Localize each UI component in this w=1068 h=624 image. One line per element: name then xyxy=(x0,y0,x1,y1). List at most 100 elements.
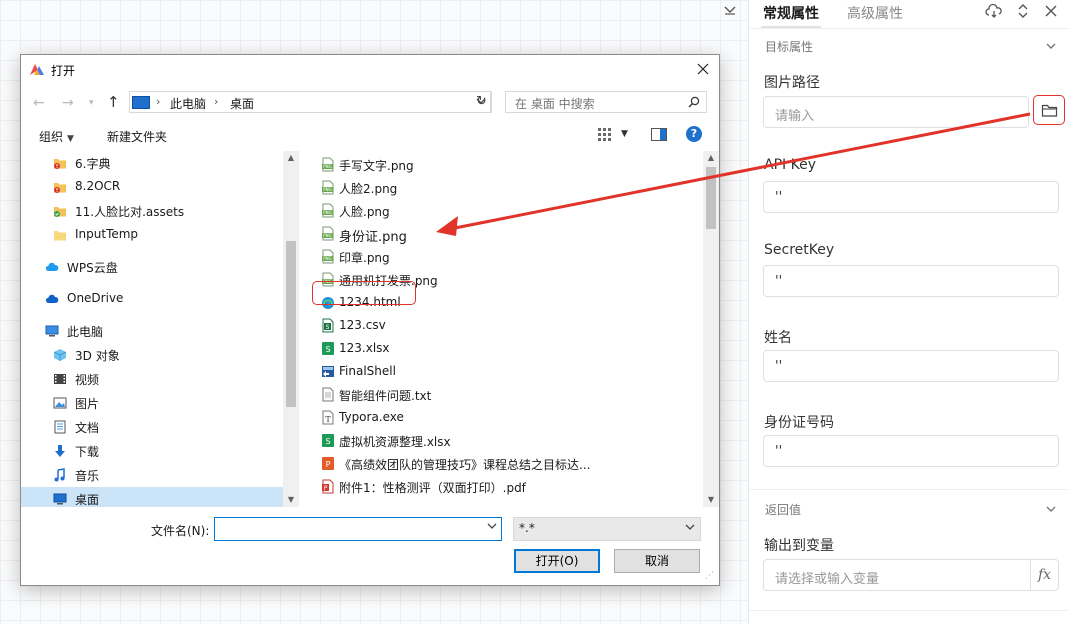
chevron-down-icon[interactable] xyxy=(1045,40,1057,52)
browse-folder-button[interactable] xyxy=(1033,95,1065,125)
desktop-icon xyxy=(53,493,67,505)
file-item[interactable]: S 123.xlsx xyxy=(319,337,703,360)
scroll-up-arrow-icon[interactable]: ▲ xyxy=(703,151,719,165)
nav-item[interactable]: 文档 xyxy=(21,415,283,439)
forward-arrow-icon[interactable]: → xyxy=(62,95,74,111)
dialog-title: 打开 xyxy=(51,64,76,78)
nav-item[interactable]: 图片 xyxy=(21,391,283,415)
expand-collapse-icon[interactable] xyxy=(1014,2,1032,20)
nav-item[interactable]: 11.人脸比对.assets xyxy=(21,199,283,223)
file-item[interactable]: P 附件1：性格测评（双面打印）.pdf xyxy=(319,475,703,498)
fx-expression-button[interactable]: fx xyxy=(1031,559,1059,591)
search-input[interactable]: 在 桌面 中搜索 xyxy=(515,95,595,112)
csv-icon: S xyxy=(322,318,334,333)
scroll-up-arrow-icon[interactable]: ▲ xyxy=(283,151,299,165)
id-number-input[interactable]: '' xyxy=(763,435,1059,467)
file-item[interactable]: PNG 手写文字.png xyxy=(319,153,703,176)
chevron-down-icon xyxy=(685,522,695,535)
secret-key-input[interactable]: '' xyxy=(763,265,1059,297)
nav-item[interactable]: WPS云盘 xyxy=(21,255,283,279)
file-name: 123.csv xyxy=(339,318,386,332)
file-item[interactable]: PNG 印章.png xyxy=(319,245,703,268)
caret-down-icon: ▼ xyxy=(67,134,74,144)
nav-item-label: OneDrive xyxy=(67,291,124,305)
api-key-input[interactable]: '' xyxy=(763,181,1059,213)
image-path-label: 图片路径 xyxy=(764,75,820,91)
tab-general-properties[interactable]: 常规属性 xyxy=(763,3,819,23)
file-type-select[interactable]: *.* xyxy=(513,517,701,541)
address-bar[interactable]: › 此电脑 › 桌面 xyxy=(129,91,491,113)
canvas-collapse-chevron-icon[interactable] xyxy=(722,4,738,18)
file-item[interactable]: P 《高绩效团队的管理技巧》课程总结之目标达... xyxy=(319,452,703,475)
breadcrumb-this-pc[interactable]: 此电脑 xyxy=(170,95,206,112)
scroll-down-arrow-icon[interactable]: ▼ xyxy=(283,493,299,507)
dialog-toolbar: 组织 ▼ 新建文件夹 ▼ xyxy=(21,121,719,149)
nav-item[interactable]: OneDrive xyxy=(21,287,283,311)
back-arrow-icon[interactable]: ← xyxy=(33,95,45,111)
refresh-icon[interactable]: ↻ xyxy=(472,91,492,113)
file-list-scrollbar[interactable]: ▲ ▼ xyxy=(703,151,719,507)
nav-item-desktop-selected[interactable]: 桌面 xyxy=(21,487,283,507)
nav-item[interactable]: 视频 xyxy=(21,367,283,391)
open-button[interactable]: 打开(O) xyxy=(514,549,600,573)
png-icon: PNG xyxy=(322,249,334,264)
output-variable-input[interactable]: 请选择或输入变量 xyxy=(763,559,1031,591)
nav-item-label: 视频 xyxy=(75,373,100,387)
dialog-close-icon[interactable] xyxy=(693,59,713,79)
path-separator: › xyxy=(214,95,219,108)
tab-advanced-properties[interactable]: 高级属性 xyxy=(847,3,903,23)
name-input[interactable]: '' xyxy=(763,350,1059,382)
nav-item[interactable]: InputTemp xyxy=(21,223,283,247)
shortcut-icon xyxy=(322,366,334,377)
help-icon[interactable]: ? xyxy=(686,126,702,142)
nav-item[interactable]: 此电脑 xyxy=(21,319,283,343)
file-item[interactable]: 智能组件问题.txt xyxy=(319,383,703,406)
filename-dropdown-chevron-icon[interactable] xyxy=(487,521,497,534)
svg-text:S: S xyxy=(326,324,330,331)
panel-tab-divider xyxy=(749,28,1068,29)
file-item-id-card[interactable]: PNG 身份证.png xyxy=(319,222,703,245)
nav-item[interactable]: 下载 xyxy=(21,439,283,463)
file-name: 附件1：性格测评（双面打印）.pdf xyxy=(339,481,526,495)
scroll-down-arrow-icon[interactable]: ▼ xyxy=(703,493,719,507)
close-panel-icon[interactable] xyxy=(1042,2,1060,20)
resize-grip-icon[interactable]: ⋰ xyxy=(705,571,714,581)
view-options-icon[interactable] xyxy=(597,127,613,144)
folder-synced-icon xyxy=(54,207,66,217)
file-item[interactable]: S 虚拟机资源整理.xlsx xyxy=(319,429,703,452)
up-arrow-icon[interactable]: ↑ xyxy=(107,93,120,111)
nav-item[interactable]: 3D 对象 xyxy=(21,343,283,367)
property-panel: 常规属性 高级属性 目标属性 图片路径 请输入 API Key '' Secre… xyxy=(748,0,1068,624)
file-item[interactable]: PNG 人脸2.png xyxy=(319,176,703,199)
preview-pane-icon[interactable] xyxy=(651,128,667,144)
new-folder-button[interactable]: 新建文件夹 xyxy=(107,128,167,145)
image-path-input[interactable]: 请输入 xyxy=(763,96,1029,128)
file-item[interactable]: PNG 人脸.png xyxy=(319,199,703,222)
organize-label: 组织 xyxy=(39,130,64,144)
nav-item[interactable]: 音乐 xyxy=(21,463,283,487)
recent-locations-chevron-icon[interactable]: ▾ xyxy=(89,98,94,108)
search-box[interactable]: 在 桌面 中搜索 xyxy=(505,91,707,113)
chevron-down-icon[interactable] xyxy=(1045,503,1057,515)
scroll-thumb[interactable] xyxy=(706,167,716,229)
svg-text:PNG: PNG xyxy=(323,164,332,169)
scroll-thumb[interactable] xyxy=(286,241,296,407)
nav-scrollbar[interactable]: ▲ ▼ xyxy=(283,151,299,507)
breadcrumb-desktop[interactable]: 桌面 xyxy=(230,95,254,112)
file-item[interactable]: FinalShell xyxy=(319,360,703,383)
file-name: Typora.exe xyxy=(339,410,404,424)
organize-button[interactable]: 组织 ▼ xyxy=(39,128,74,145)
nav-item[interactable]: 8.2OCR xyxy=(21,175,283,199)
file-item[interactable]: T Typora.exe xyxy=(319,406,703,429)
filename-input[interactable] xyxy=(214,517,502,541)
exe-icon: T xyxy=(322,410,334,425)
cancel-button[interactable]: 取消 xyxy=(614,549,700,573)
nav-item-label: WPS云盘 xyxy=(67,261,118,275)
nav-item[interactable]: 6.字典 xyxy=(21,151,283,175)
cloud-sync-icon[interactable] xyxy=(985,2,1003,20)
view-dropdown-caret-icon[interactable]: ▼ xyxy=(621,129,628,139)
navigation-pane: 6.字典 8.2OCR 11.人脸比对.assets InputTemp WPS… xyxy=(21,151,299,507)
file-item[interactable]: S 123.csv xyxy=(319,314,703,337)
nav-item-label: 6.字典 xyxy=(75,157,111,171)
xlsx-icon: S xyxy=(322,342,334,355)
